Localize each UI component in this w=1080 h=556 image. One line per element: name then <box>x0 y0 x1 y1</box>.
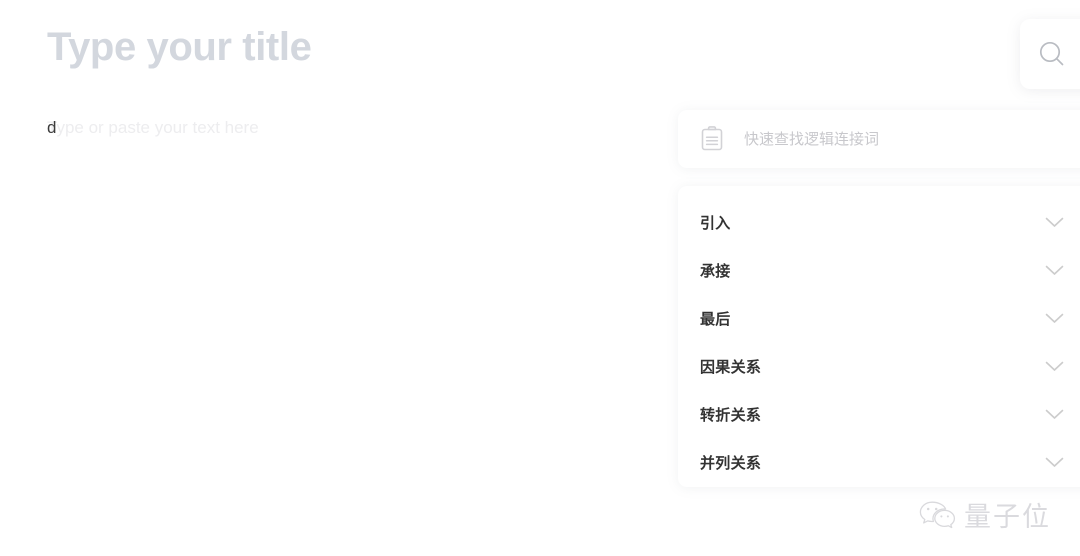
watermark-text: 量子位 <box>964 502 1051 533</box>
search-button[interactable] <box>1020 19 1080 89</box>
connective-search-card[interactable] <box>678 110 1080 168</box>
list-item-label: 转折关系 <box>700 406 762 424</box>
wechat-icon <box>918 499 958 531</box>
document-editor[interactable]: Type your title Type or paste your text … <box>0 0 680 556</box>
chevron-down-icon[interactable] <box>1045 457 1064 468</box>
chevron-down-icon[interactable] <box>1045 361 1064 372</box>
list-item[interactable]: 转折关系 <box>678 390 1080 438</box>
connective-category-list: 引入 承接 最后 因果关系 转折关系 并列关系 <box>678 186 1080 487</box>
chevron-down-icon[interactable] <box>1045 409 1064 420</box>
title-placeholder[interactable]: Type your title <box>47 25 312 70</box>
watermark: 量子位 <box>918 495 1051 534</box>
list-item-label: 最后 <box>700 310 731 328</box>
list-item-label: 并列关系 <box>700 454 762 472</box>
list-item[interactable]: 最后 <box>678 294 1080 342</box>
search-icon <box>1036 38 1068 70</box>
body-placeholder: Type or paste your text here <box>47 118 259 137</box>
list-item-label: 引入 <box>700 214 731 232</box>
chevron-down-icon[interactable] <box>1045 217 1064 228</box>
list-item[interactable]: 因果关系 <box>678 342 1080 390</box>
list-item-label: 承接 <box>700 262 731 280</box>
list-item[interactable]: 引入 <box>678 198 1080 246</box>
list-item[interactable]: 承接 <box>678 246 1080 294</box>
clipboard-icon <box>700 126 724 152</box>
list-item[interactable]: 并列关系 <box>678 438 1080 486</box>
list-item-label: 因果关系 <box>700 358 762 376</box>
connective-search-input[interactable] <box>744 130 1044 148</box>
chevron-down-icon[interactable] <box>1045 265 1064 276</box>
chevron-down-icon[interactable] <box>1045 313 1064 324</box>
body-typed-text: d <box>47 118 57 137</box>
